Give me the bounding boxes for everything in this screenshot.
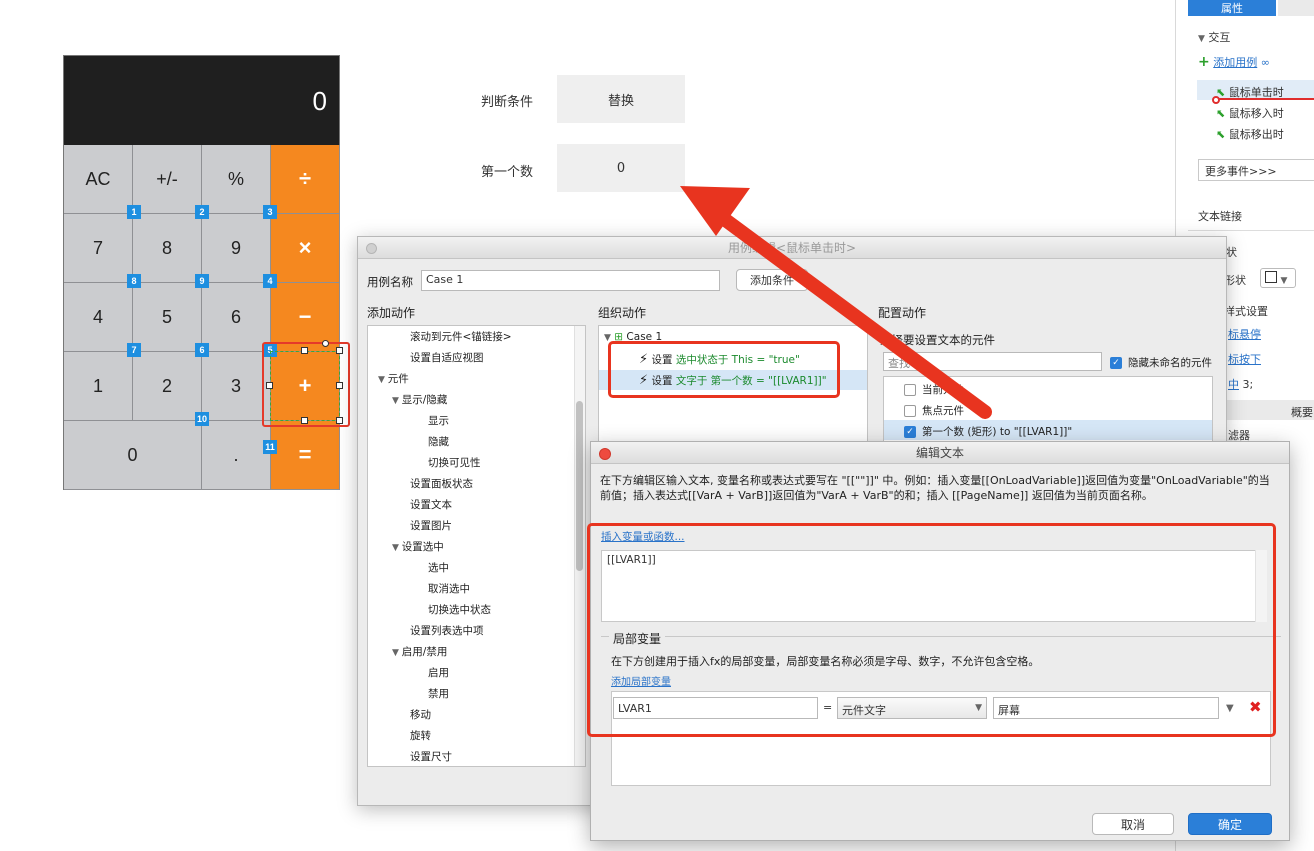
ok-button[interactable]: 确定 (1188, 813, 1272, 835)
arrow-shaft (705, 203, 992, 419)
edit-text-dialog: 编辑文本 在下方编辑区输入文本, 变量名称或表达式要写在 "[[""]]" 中。… (587, 441, 1290, 841)
close-button[interactable] (599, 448, 611, 460)
cancel-button[interactable]: 取消 (1092, 813, 1174, 835)
edit-area-highlight (587, 523, 1276, 737)
edit-dialog-title: 编辑文本 (915, 446, 964, 460)
edit-description: 在下方编辑区输入文本, 变量名称或表达式要写在 "[[""]]" 中。例如：插入… (600, 474, 1270, 502)
edit-text-titlebar: 编辑文本 (591, 442, 1289, 464)
